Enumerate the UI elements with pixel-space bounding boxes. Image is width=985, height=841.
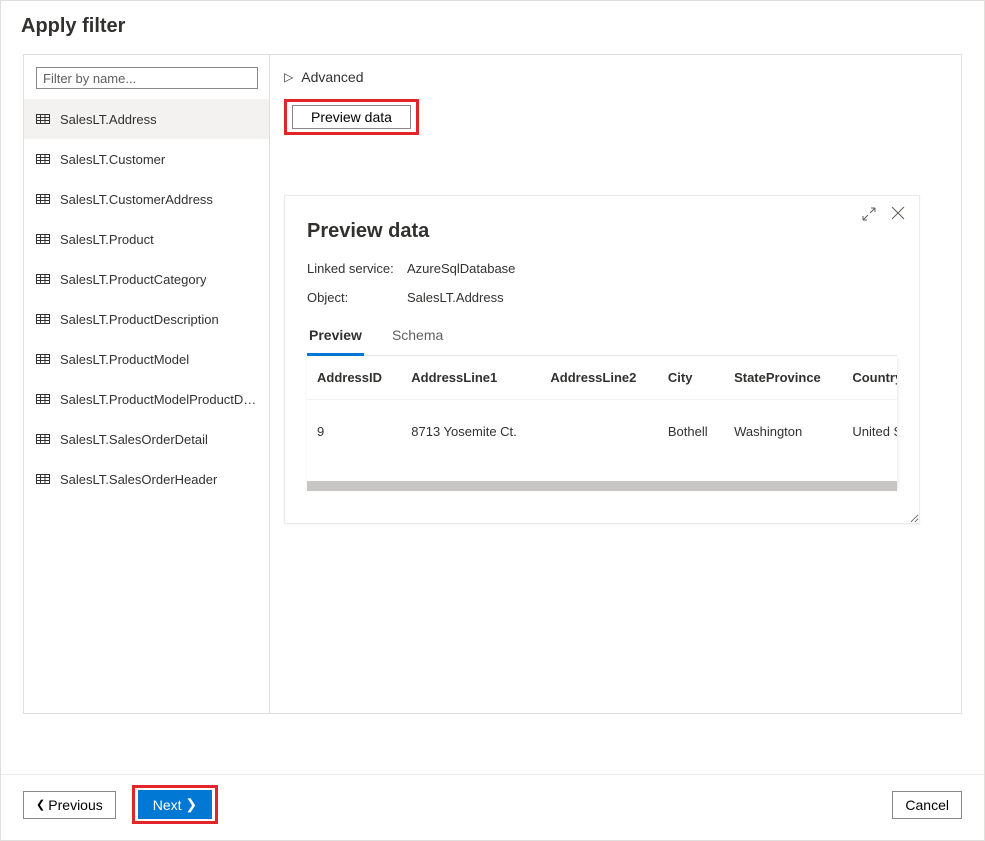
next-button[interactable]: Next ❯ — [138, 790, 212, 819]
table-list-panel: SalesLT.Address SalesLT.Customer SalesLT.C… — [24, 55, 270, 713]
next-button-highlight: Next ❯ — [132, 785, 218, 824]
table-item-label: SalesLT.Product — [60, 232, 154, 247]
advanced-toggle[interactable]: ▷ Advanced — [284, 67, 947, 99]
linked-service-row: Linked service: AzureSqlDatabase — [307, 261, 897, 276]
table-icon — [36, 394, 50, 404]
preview-data-button[interactable]: Preview data — [292, 105, 411, 129]
table-body: 98713 Yosemite Ct. BothellWashingtonUnite… — [307, 400, 897, 476]
table-item-label: SalesLT.ProductDescription — [60, 312, 219, 327]
table-item-label: SalesLT.SalesOrderHeader — [60, 472, 217, 487]
table-icon — [36, 474, 50, 484]
cancel-button[interactable]: Cancel — [892, 791, 962, 819]
table-column-header[interactable]: CountryReg — [842, 356, 897, 400]
tab-schema[interactable]: Schema — [390, 319, 445, 355]
table-item[interactable]: SalesLT.SalesOrderHeader — [24, 459, 269, 499]
table-column-header[interactable]: AddressLine1 — [401, 356, 540, 400]
table-header-row: AddressIDAddressLine1AddressLine2CitySta… — [307, 356, 897, 400]
table-icon — [36, 114, 50, 124]
table-column-header[interactable]: StateProvince — [724, 356, 842, 400]
right-panel: ▷ Advanced Preview data Preview data — [270, 55, 961, 713]
preview-data-highlight: Preview data — [284, 99, 419, 135]
table-item-label: SalesLT.ProductModel — [60, 352, 189, 367]
table-icon — [36, 434, 50, 444]
previous-button[interactable]: ❮ Previous — [23, 791, 116, 819]
table-item[interactable]: SalesLT.Customer — [24, 139, 269, 179]
chevron-left-icon: ❮ — [36, 798, 48, 811]
table-item-label: SalesLT.CustomerAddress — [60, 192, 213, 207]
table-column-header[interactable]: AddressLine2 — [540, 356, 657, 400]
table-item-label: SalesLT.ProductModelProductDe... — [60, 392, 257, 407]
previous-label: Previous — [48, 797, 102, 813]
tab-preview[interactable]: Preview — [307, 319, 364, 356]
panel-actions — [861, 206, 905, 227]
object-row: Object: SalesLT.Address — [307, 290, 897, 305]
table-item[interactable]: SalesLT.CustomerAddress — [24, 179, 269, 219]
object-value: SalesLT.Address — [407, 290, 504, 305]
table-item-label: SalesLT.Customer — [60, 152, 165, 167]
preview-table-container: AddressIDAddressLine1AddressLine2CitySta… — [307, 356, 897, 491]
table-item[interactable]: SalesLT.Product — [24, 219, 269, 259]
preview-data-panel: Preview data Linked service: AzureSqlDat… — [284, 195, 920, 524]
table-item[interactable]: SalesLT.ProductDescription — [24, 299, 269, 339]
table-item[interactable]: SalesLT.Address — [24, 99, 269, 139]
table-item[interactable]: SalesLT.SalesOrderDetail — [24, 419, 269, 459]
next-label: Next — [153, 797, 182, 813]
filter-by-name-input-wrap[interactable] — [36, 67, 258, 89]
wizard-footer: ❮ Previous Next ❯ Cancel — [1, 774, 984, 840]
table-icon — [36, 234, 50, 244]
table-cell: Washington — [724, 400, 842, 476]
chevron-right-icon: ▷ — [284, 70, 293, 84]
table-cell: United State — [842, 400, 897, 476]
table-item[interactable]: SalesLT.ProductModel — [24, 339, 269, 379]
table-icon — [36, 154, 50, 164]
table-icon — [36, 274, 50, 284]
table-cell: 8713 Yosemite Ct. — [401, 400, 540, 476]
table-item-label: SalesLT.ProductCategory — [60, 272, 206, 287]
close-icon[interactable] — [891, 206, 905, 227]
table-icon — [36, 194, 50, 204]
table-item-label: SalesLT.Address — [60, 112, 157, 127]
advanced-label: Advanced — [301, 69, 363, 85]
table-list: SalesLT.Address SalesLT.Customer SalesLT.C… — [24, 99, 269, 499]
object-label: Object: — [307, 290, 407, 305]
table-item[interactable]: SalesLT.ProductCategory — [24, 259, 269, 299]
content-area: SalesLT.Address SalesLT.Customer SalesLT.C… — [23, 54, 962, 714]
preview-tabs: Preview Schema — [307, 319, 897, 356]
linked-service-label: Linked service: — [307, 261, 407, 276]
preview-table: AddressIDAddressLine1AddressLine2CitySta… — [307, 356, 897, 475]
table-cell — [540, 400, 657, 476]
table-cell: 9 — [307, 400, 401, 476]
table-icon — [36, 314, 50, 324]
preview-panel-title: Preview data — [307, 220, 897, 243]
apply-filter-page: Apply filter SalesLT.Address SalesLT.Cust… — [0, 0, 985, 841]
table-item[interactable]: SalesLT.ProductModelProductDe... — [24, 379, 269, 419]
table-icon — [36, 354, 50, 364]
table-column-header[interactable]: AddressID — [307, 356, 401, 400]
page-title: Apply filter — [1, 1, 984, 54]
filter-by-name-input[interactable] — [43, 71, 251, 86]
table-row[interactable]: 98713 Yosemite Ct. BothellWashingtonUnite… — [307, 400, 897, 476]
horizontal-scrollbar[interactable] — [307, 481, 897, 491]
expand-icon[interactable] — [861, 206, 877, 227]
linked-service-value: AzureSqlDatabase — [407, 261, 515, 276]
table-cell: Bothell — [658, 400, 724, 476]
table-column-header[interactable]: City — [658, 356, 724, 400]
table-item-label: SalesLT.SalesOrderDetail — [60, 432, 208, 447]
chevron-right-icon: ❯ — [182, 796, 198, 813]
